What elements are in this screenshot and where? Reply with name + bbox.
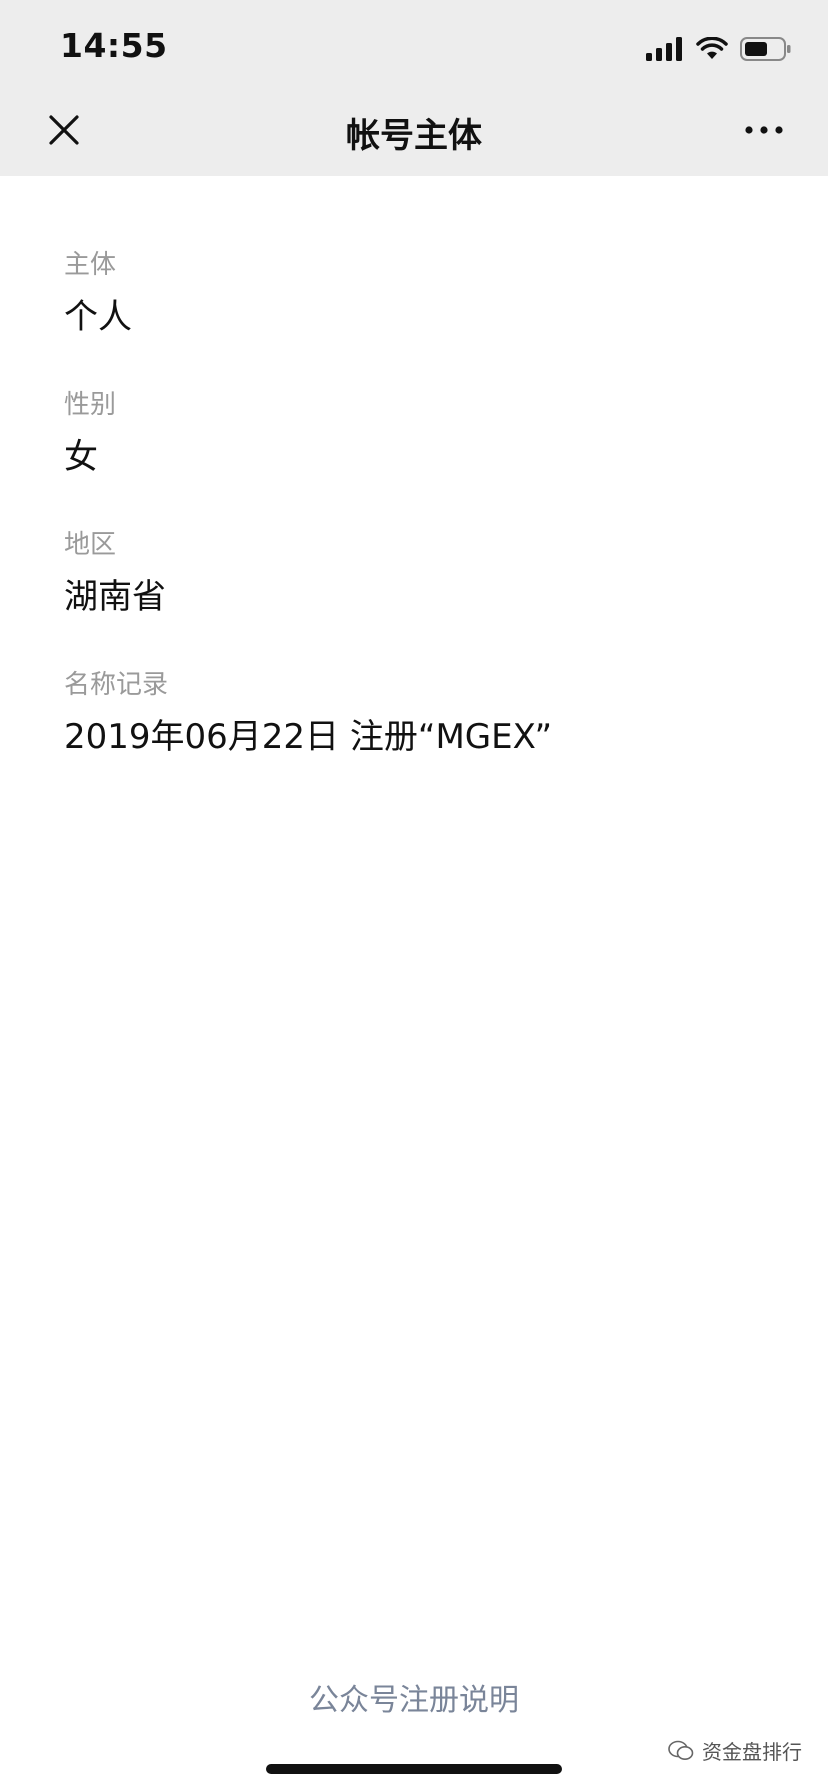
field-value: 女 (64, 437, 98, 477)
home-indicator[interactable] (266, 1764, 562, 1774)
field-value: 个人 (64, 297, 132, 337)
top-header: 14:55 帐号主体 (0, 0, 828, 176)
field-region: 地区 湖南省 (64, 525, 764, 665)
page-title: 帐号主体 (346, 116, 482, 156)
more-button[interactable] (742, 118, 786, 142)
wechat-icon (668, 1740, 694, 1760)
field-label: 地区 (64, 530, 117, 560)
field-name-history: 名称记录 2019年06月22日 注册“MGEX” (64, 665, 764, 805)
signal-icon (646, 37, 682, 61)
watermark: 资金盘排行 (668, 1736, 802, 1765)
field-gender: 性别 女 (64, 385, 764, 525)
account-info: 主体 个人 性别 女 地区 湖南省 名称记录 2019年06月22日 注册“MG… (64, 245, 764, 805)
status-icons (646, 34, 792, 64)
field-value: 2019年06月22日 注册“MGEX” (64, 717, 553, 757)
battery-icon (740, 37, 791, 61)
field-value: 湖南省 (64, 577, 166, 617)
field-label: 主体 (64, 250, 117, 280)
wifi-icon (696, 37, 728, 59)
field-label: 名称记录 (64, 670, 169, 700)
field-subject: 主体 个人 (64, 245, 764, 385)
watermark-text: 资金盘排行 (702, 1740, 802, 1764)
registration-info-link[interactable]: 公众号注册说明 (0, 1675, 828, 1719)
page: 14:55 帐号主体 主体 个人 性别 女 地区 湖南省 名称记录 2019年0… (0, 0, 828, 1792)
status-time: 14:55 (60, 26, 168, 65)
field-label: 性别 (64, 390, 117, 420)
more-icon (745, 126, 783, 134)
